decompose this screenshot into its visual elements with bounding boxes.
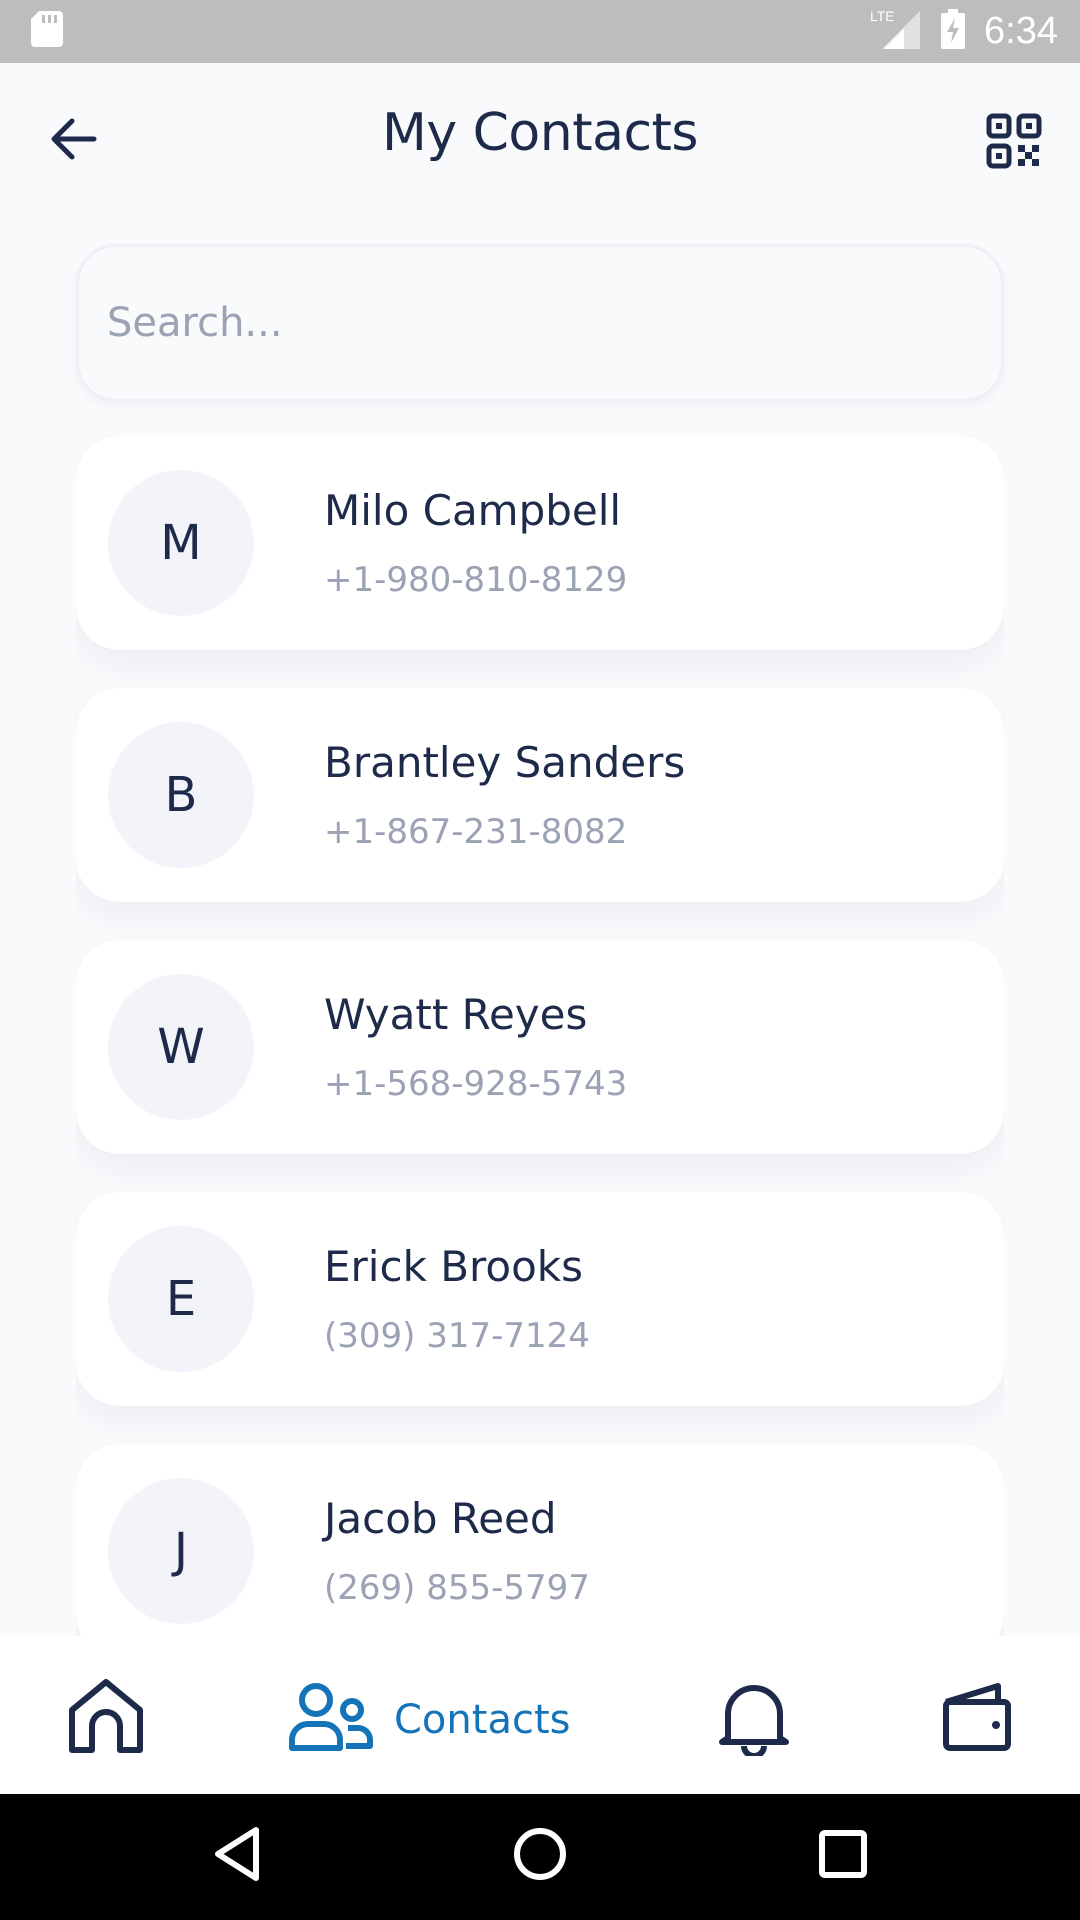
page-title: My Contacts xyxy=(381,103,699,163)
contact-phone: +1-568-928-5743 xyxy=(324,1064,628,1104)
system-recents-button[interactable] xyxy=(818,1826,868,1887)
qr-code-icon xyxy=(986,113,1042,173)
battery-charging-icon xyxy=(940,9,966,54)
nav-wallet-button[interactable] xyxy=(940,1680,1014,1759)
contact-phone: +1-867-231-8082 xyxy=(324,812,628,852)
contact-name: Wyatt Reyes xyxy=(324,990,588,1039)
home-icon xyxy=(66,1676,146,1761)
search-box xyxy=(76,244,1004,402)
contact-name: Brantley Sanders xyxy=(324,738,686,787)
nav-home-button[interactable] xyxy=(66,1676,146,1761)
nav-contacts-label: Contacts xyxy=(394,1696,571,1743)
back-triangle-icon xyxy=(212,1827,262,1886)
wallet-icon xyxy=(940,1680,1014,1759)
avatar: J xyxy=(108,1478,254,1624)
signal-icon: LTE xyxy=(870,7,922,56)
screen: LTE 6:34 My Contacts Search... M Milo Ca… xyxy=(0,0,1080,1920)
nav-notifications-button[interactable] xyxy=(718,1680,790,1761)
qr-code-button[interactable] xyxy=(986,113,1042,169)
status-time: 6:34 xyxy=(984,10,1058,52)
avatar: B xyxy=(108,722,254,868)
status-icons: LTE 6:34 xyxy=(870,7,1058,56)
avatar: E xyxy=(108,1226,254,1372)
contact-list[interactable]: M Milo Campbell +1-980-810-8129 B Brantl… xyxy=(76,436,1004,1636)
home-circle-icon xyxy=(512,1828,568,1886)
recents-square-icon xyxy=(818,1830,868,1886)
contact-name: Jacob Reed xyxy=(324,1494,557,1543)
contact-card[interactable]: B Brantley Sanders +1-867-231-8082 xyxy=(76,688,1004,902)
contact-name: Erick Brooks xyxy=(324,1242,583,1291)
contact-card[interactable]: W Wyatt Reyes +1-568-928-5743 xyxy=(76,940,1004,1154)
system-nav-bar xyxy=(0,1794,1080,1920)
bell-icon xyxy=(718,1680,790,1761)
contact-name: Milo Campbell xyxy=(324,486,622,535)
bottom-nav: Contacts xyxy=(0,1636,1080,1794)
status-bar: LTE 6:34 xyxy=(0,0,1080,63)
contact-phone: (269) 855-5797 xyxy=(324,1568,590,1608)
contact-card[interactable]: J Jacob Reed (269) 855-5797 xyxy=(76,1444,1004,1636)
app-header: My Contacts xyxy=(0,63,1080,213)
avatar: W xyxy=(108,974,254,1120)
network-type-label: LTE xyxy=(870,8,895,24)
sd-card-icon xyxy=(30,10,64,53)
nav-contacts-button[interactable]: Contacts xyxy=(288,1682,570,1757)
system-back-button[interactable] xyxy=(212,1826,262,1887)
contact-phone: (309) 317-7124 xyxy=(324,1316,590,1356)
search-input[interactable] xyxy=(79,247,1001,399)
system-home-button[interactable] xyxy=(512,1826,568,1887)
contacts-icon xyxy=(288,1682,374,1757)
contact-card[interactable]: M Milo Campbell +1-980-810-8129 xyxy=(76,436,1004,650)
contact-phone: +1-980-810-8129 xyxy=(324,560,628,600)
contact-card[interactable]: E Erick Brooks (309) 317-7124 xyxy=(76,1192,1004,1406)
avatar: M xyxy=(108,470,254,616)
